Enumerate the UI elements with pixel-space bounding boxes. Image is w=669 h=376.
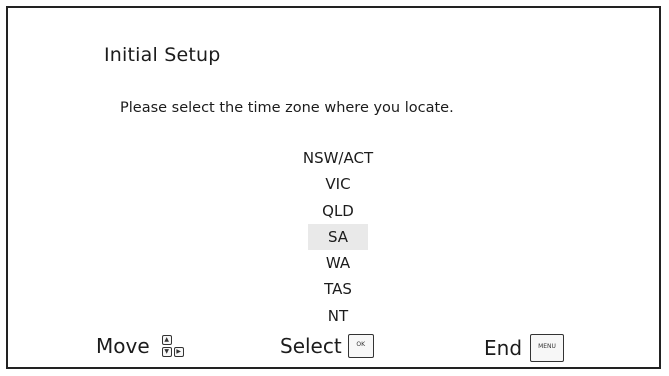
zone-option-vic[interactable]: VIC (288, 171, 388, 197)
footer-select-hint: Select OK (280, 334, 374, 358)
page-title: Initial Setup (104, 44, 221, 66)
directional-keys-icon: ▲ ▼ ▶ (161, 335, 184, 357)
zone-option-tas[interactable]: TAS (288, 276, 388, 302)
time-zone-list: NSW/ACT VIC QLD SA WA TAS NT (288, 145, 388, 329)
right-key-icon: ▶ (173, 347, 184, 357)
menu-key-icon: MENU (530, 334, 565, 362)
footer-end-hint: End MENU (484, 334, 565, 362)
zone-option-sa[interactable]: SA (308, 223, 368, 251)
end-label: End (484, 336, 523, 360)
initial-setup-screen: Initial Setup Please select the time zon… (6, 6, 661, 369)
down-key-icon: ▼ (161, 347, 172, 357)
zone-option-nt[interactable]: NT (288, 303, 388, 329)
footer-move-hint: Move ▲ ▼ ▶ (96, 334, 184, 358)
instruction-text: Please select the time zone where you lo… (120, 100, 454, 116)
select-label: Select (280, 334, 342, 358)
zone-option-nsw-act[interactable]: NSW/ACT (288, 145, 388, 171)
up-key-icon: ▲ (161, 335, 172, 345)
ok-key-icon: OK (347, 334, 374, 358)
dpad-spacer (174, 335, 184, 345)
move-label: Move (96, 334, 150, 358)
zone-option-wa[interactable]: WA (288, 250, 388, 276)
zone-option-qld[interactable]: QLD (288, 198, 388, 224)
